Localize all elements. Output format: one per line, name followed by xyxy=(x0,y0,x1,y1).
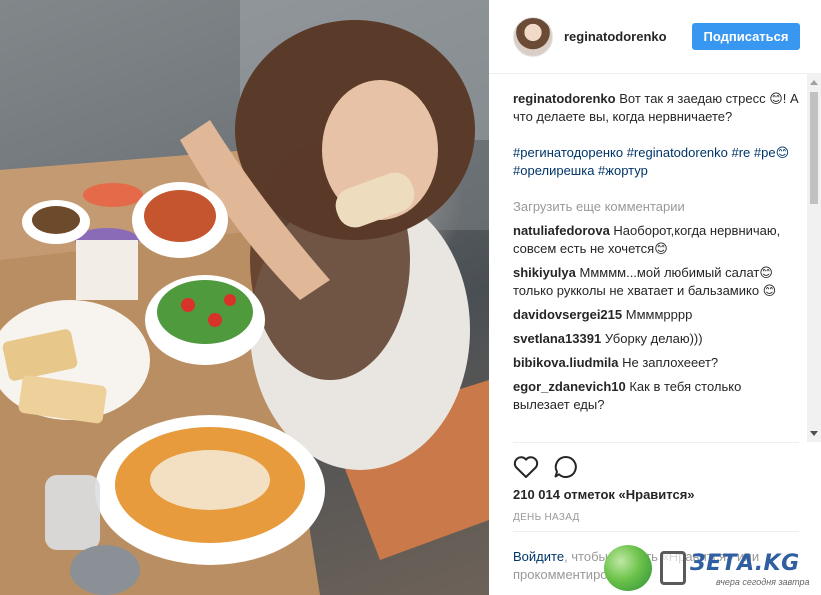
divider xyxy=(513,531,799,532)
scroll-down-arrow-icon[interactable] xyxy=(810,431,818,436)
post-header: reginatodorenko Подписаться xyxy=(489,0,821,74)
post-caption: reginatodorenko Вот так я заедаю стресс … xyxy=(513,90,799,180)
load-more-comments-link[interactable]: Загрузить еще комментарии xyxy=(513,198,799,216)
post-timestamp[interactable]: ДЕНЬ НАЗАД xyxy=(513,512,580,523)
comment-item: natuliafedorova Наоборот,когда нервничаю… xyxy=(513,222,799,258)
comment-item: shikiyulya Ммммм...мой любимый салат😊 то… xyxy=(513,264,799,300)
comment-username[interactable]: egor_zdanevich10 xyxy=(513,379,626,394)
scroll-up-arrow-icon[interactable] xyxy=(810,80,818,85)
comment-item: svetlana13391 Уборку делаю))) xyxy=(513,330,799,348)
watermark-brand: ЗЕТА.KG xyxy=(690,551,800,576)
comment-username[interactable]: shikiyulya xyxy=(513,265,576,280)
caption-username[interactable]: reginatodorenko xyxy=(513,91,616,106)
comment-text: Ммммрррр xyxy=(625,307,693,322)
post-photo[interactable] xyxy=(0,0,489,595)
hourglass-icon xyxy=(660,551,686,585)
post-side-panel: reginatodorenko Подписаться reginatodore… xyxy=(489,0,821,595)
watermark-tagline: вчера сегодня завтра xyxy=(716,577,810,587)
divider xyxy=(513,442,799,443)
comment-item: bibikova.liudmila Не заплохееет? xyxy=(513,354,799,372)
follow-button[interactable]: Подписаться xyxy=(692,23,800,50)
login-link[interactable]: Войдите xyxy=(513,549,564,564)
comments-list[interactable]: reginatodorenko Вот так я заедаю стресс … xyxy=(513,90,799,442)
comment-username[interactable]: bibikova.liudmila xyxy=(513,355,618,370)
likes-count[interactable]: 210 014 отметок «Нравится» xyxy=(513,487,695,502)
comment-text: Уборку делаю))) xyxy=(604,331,703,346)
comment-username[interactable]: davidovsergei215 xyxy=(513,307,622,322)
globe-icon xyxy=(604,545,652,591)
photo-illustration xyxy=(0,0,489,595)
comment-item: davidovsergei215 Ммммрррр xyxy=(513,306,799,324)
comment-bubble-icon[interactable] xyxy=(553,454,579,480)
comment-username[interactable]: svetlana13391 xyxy=(513,331,601,346)
comment-text: Не заплохееет? xyxy=(622,355,719,370)
comments-scrollbar[interactable] xyxy=(807,74,821,442)
caption-hashtags: #регинатодоренко #reginatodorenko #re #р… xyxy=(513,144,799,180)
comment-username[interactable]: natuliafedorova xyxy=(513,223,610,238)
heart-icon[interactable] xyxy=(513,455,539,479)
scrollbar-thumb[interactable] xyxy=(810,92,818,204)
watermark-logo: ЗЕТА.KG вчера сегодня завтра xyxy=(604,541,819,595)
avatar[interactable] xyxy=(513,17,553,57)
header-username-link[interactable]: reginatodorenko xyxy=(564,29,672,44)
comment-item: egor_zdanevich10 Как в тебя столько выле… xyxy=(513,378,799,414)
hashtag-links[interactable]: #регинатодоренко #reginatodorenko #re #р… xyxy=(513,145,789,178)
